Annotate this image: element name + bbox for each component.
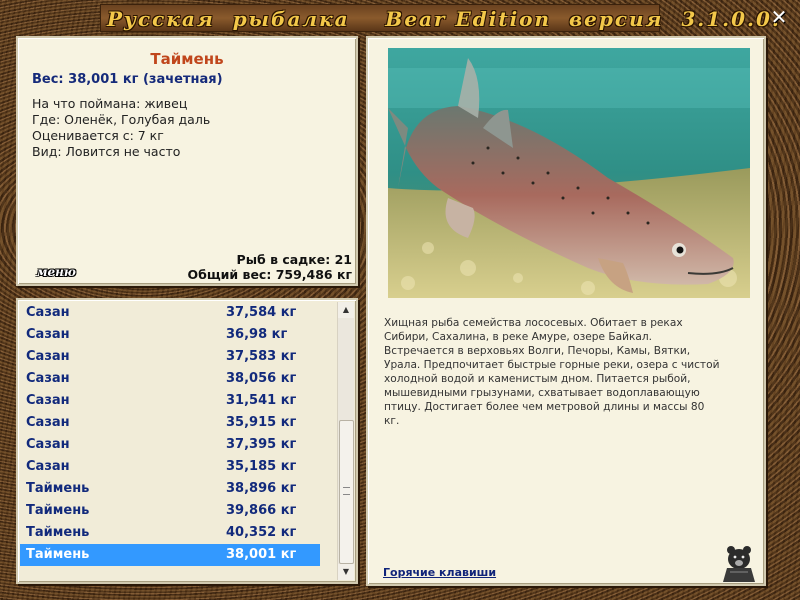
catch-list-panel: Сазан 37,584 кг Сазан 36,98 кг Сазан 37,583 к… (16, 298, 358, 584)
catch-fish-name: Таймень (26, 503, 90, 518)
bear-logo-icon (722, 542, 756, 582)
catch-row[interactable]: Сазан 35,185 кг (20, 456, 338, 478)
catch-row[interactable]: Сазан 37,395 кг (20, 434, 338, 456)
catch-fish-weight: 40,352 кг (226, 525, 297, 540)
catch-fish-weight: 38,896 кг (226, 481, 297, 496)
catch-row[interactable]: Сазан 31,541 кг (20, 390, 338, 412)
scroll-up-icon[interactable]: ▲ (338, 302, 354, 318)
catch-row[interactable]: Таймень 40,352 кг (20, 522, 338, 544)
catch-fish-name: Таймень (26, 481, 90, 496)
detail-bait: На что поймана: живец (32, 96, 188, 111)
catch-fish-name: Сазан (26, 349, 70, 364)
catch-fish-weight: 37,584 кг (226, 305, 297, 320)
catch-row[interactable]: Сазан 37,584 кг (20, 302, 338, 324)
detail-rarity: Вид: Ловится не часто (32, 144, 181, 159)
total-weight: Общий вес: 759,486 кг (187, 267, 353, 282)
taimen-fish-image (388, 48, 750, 298)
catch-fish-weight: 37,395 кг (226, 437, 297, 452)
catch-fish-weight: 35,185 кг (226, 459, 297, 474)
catch-row[interactable]: Сазан 35,915 кг (20, 412, 338, 434)
hotkeys-link[interactable]: Горячие клавиши (383, 566, 496, 579)
scrollbar-thumb[interactable] (339, 420, 354, 564)
scroll-down-icon[interactable]: ▼ (338, 564, 354, 580)
catch-row[interactable]: Сазан 38,056 кг (20, 368, 338, 390)
catch-list: Сазан 37,584 кг Сазан 36,98 кг Сазан 37,583 к… (20, 302, 338, 580)
catch-fish-name: Сазан (26, 305, 70, 320)
fish-description-panel: Хищная рыба семейства лососевых. Обитает… (366, 36, 766, 586)
fish-details: На что поймана: живец Где: Оленёк, Голуб… (32, 96, 210, 160)
catch-fish-name: Сазан (26, 415, 70, 430)
list-scrollbar[interactable]: ▲ ▼ (337, 302, 354, 580)
menu-button[interactable]: меню (28, 264, 84, 280)
fish-name: Таймень (150, 50, 224, 68)
catch-row[interactable]: Таймень 38,001 кг (20, 544, 320, 566)
fish-weight: Вес: 38,001 кг (зачетная) (32, 72, 223, 87)
catch-row[interactable]: Сазан 36,98 кг (20, 324, 338, 346)
catch-fish-name: Таймень (26, 547, 90, 562)
catch-row[interactable]: Таймень 39,866 кг (20, 500, 338, 522)
catch-fish-weight: 39,866 кг (226, 503, 297, 518)
catch-fish-name: Сазан (26, 459, 70, 474)
fish-info-panel: Таймень Вес: 38,001 кг (зачетная) На что… (16, 36, 358, 286)
catch-fish-name: Таймень (26, 525, 90, 540)
catch-row[interactable]: Сазан 37,583 кг (20, 346, 338, 368)
catch-fish-weight: 38,001 кг (226, 547, 297, 562)
catch-fish-name: Сазан (26, 327, 70, 342)
thumb-grip-icon (343, 487, 350, 495)
catch-row[interactable]: Таймень 38,896 кг (20, 478, 338, 500)
detail-location: Где: Оленёк, Голубая даль (32, 112, 211, 127)
catch-fish-weight: 35,915 кг (226, 415, 297, 430)
detail-counted-from: Оценивается с: 7 кг (32, 128, 164, 143)
fish-description-text: Хищная рыба семейства лососевых. Обитает… (384, 317, 720, 427)
catch-fish-weight: 36,98 кг (226, 327, 288, 342)
catch-fish-name: Сазан (26, 393, 70, 408)
catch-fish-weight: 31,541 кг (226, 393, 297, 408)
catch-fish-name: Сазан (26, 371, 70, 386)
window-title: Русская рыбалка Bear Edition версия 3.1.… (100, 4, 779, 32)
fish-in-net-count: Рыб в садке: 21 (236, 252, 352, 267)
fish-photo (388, 48, 750, 298)
close-icon[interactable]: ✕ (768, 6, 790, 28)
catch-fish-weight: 37,583 кг (226, 349, 297, 364)
catch-fish-name: Сазан (26, 437, 70, 452)
catch-stats: Рыб в садке: 21 Общий вес: 759,486 кг (188, 252, 353, 282)
catch-fish-weight: 38,056 кг (226, 371, 297, 386)
